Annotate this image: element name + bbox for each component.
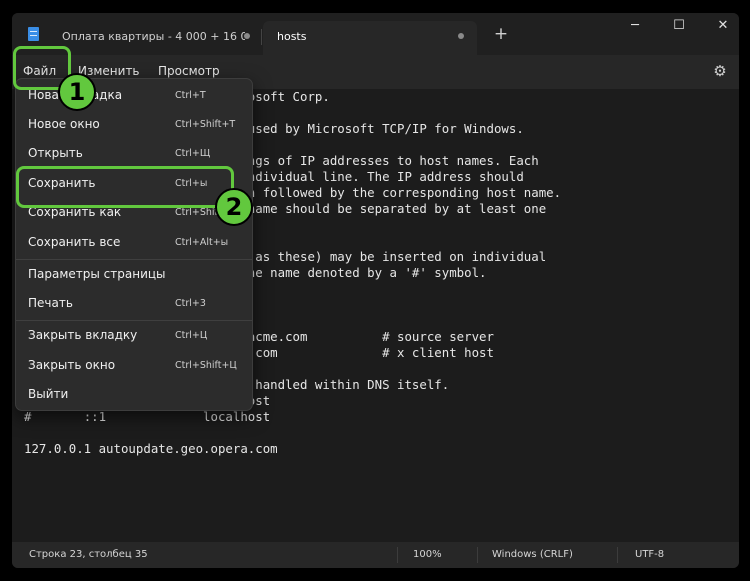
menu-item-exit[interactable]: Выйти [16, 381, 252, 409]
menu-item-save-all[interactable]: Сохранить все Ctrl+Alt+ы [16, 229, 252, 257]
status-bar: Строка 23, столбец 35 100% Windows (CRLF… [12, 542, 739, 568]
menu-separator [16, 259, 252, 260]
menu-item-close-window[interactable]: Закрыть окно Ctrl+Shift+Ц [16, 352, 252, 380]
tab-divider [261, 29, 262, 45]
menu-item-label: Закрыть окно [28, 358, 116, 372]
status-divider [477, 547, 478, 563]
menu-separator [16, 320, 252, 321]
status-divider [617, 547, 618, 563]
tab-payment[interactable]: Оплата квартиры - 4 000 + 16 000 : [48, 21, 261, 55]
menu-item-shortcut: Ctrl+Щ [175, 148, 211, 159]
menu-item-label: Сохранить все [28, 235, 121, 249]
unsaved-dot-icon [244, 33, 250, 39]
cursor-position: Строка 23, столбец 35 [29, 549, 148, 560]
save-item-highlight [16, 166, 234, 208]
menu-item-close-tab[interactable]: Закрыть вкладку Ctrl+Ц [16, 322, 252, 350]
menu-item-new-window[interactable]: Новое окно Ctrl+Shift+T [16, 111, 252, 139]
zoom-level[interactable]: 100% [413, 549, 442, 560]
encoding[interactable]: UTF-8 [635, 549, 664, 560]
gear-icon[interactable]: ⚙ [711, 62, 729, 80]
menu-item-label: Открыть [28, 146, 83, 160]
menu-item-print[interactable]: Печать Ctrl+3 [16, 290, 252, 318]
step-badge-2: 2 [215, 188, 253, 226]
maximize-button[interactable]: ☐ [656, 13, 702, 43]
menu-item-label: Печать [28, 296, 73, 310]
menu-item-label: Закрыть вкладку [28, 328, 138, 342]
status-divider [397, 547, 398, 563]
menu-item-open[interactable]: Открыть Ctrl+Щ [16, 140, 252, 168]
menu-item-label: Параметры страницы [28, 267, 166, 281]
menu-item-shortcut: Ctrl+Alt+ы [175, 237, 229, 248]
title-bar: Оплата квартиры - 4 000 + 16 000 : hosts… [12, 13, 739, 55]
menu-item-label: Выйти [28, 387, 69, 401]
tab-label: hosts [277, 30, 307, 43]
close-button[interactable]: ✕ [700, 13, 739, 43]
step-badge-1: 1 [58, 73, 96, 111]
menu-item-label: Новое окно [28, 117, 100, 131]
notepad-app-icon [28, 27, 39, 41]
menu-item-shortcut: Ctrl+Shift+T [175, 119, 236, 130]
minimize-button[interactable]: ─ [612, 13, 658, 43]
menu-item-page-setup[interactable]: Параметры страницы [16, 261, 252, 289]
tab-label: Оплата квартиры - 4 000 + 16 000 : [62, 30, 245, 43]
menu-item-shortcut: Ctrl+T [175, 90, 206, 101]
tab-hosts[interactable]: hosts [263, 21, 477, 55]
new-tab-button[interactable]: + [490, 23, 512, 45]
menu-item-shortcut: Ctrl+Ц [175, 330, 208, 341]
unsaved-dot-icon [458, 33, 464, 39]
file-menu-dropdown: Новая вкладка Ctrl+T Новое окно Ctrl+Shi… [15, 78, 253, 411]
menu-item-shortcut: Ctrl+Shift+Ц [175, 360, 237, 371]
menu-item-shortcut: Ctrl+3 [175, 298, 206, 309]
menu-view[interactable]: Просмотр [158, 64, 220, 78]
line-ending[interactable]: Windows (CRLF) [492, 549, 573, 560]
